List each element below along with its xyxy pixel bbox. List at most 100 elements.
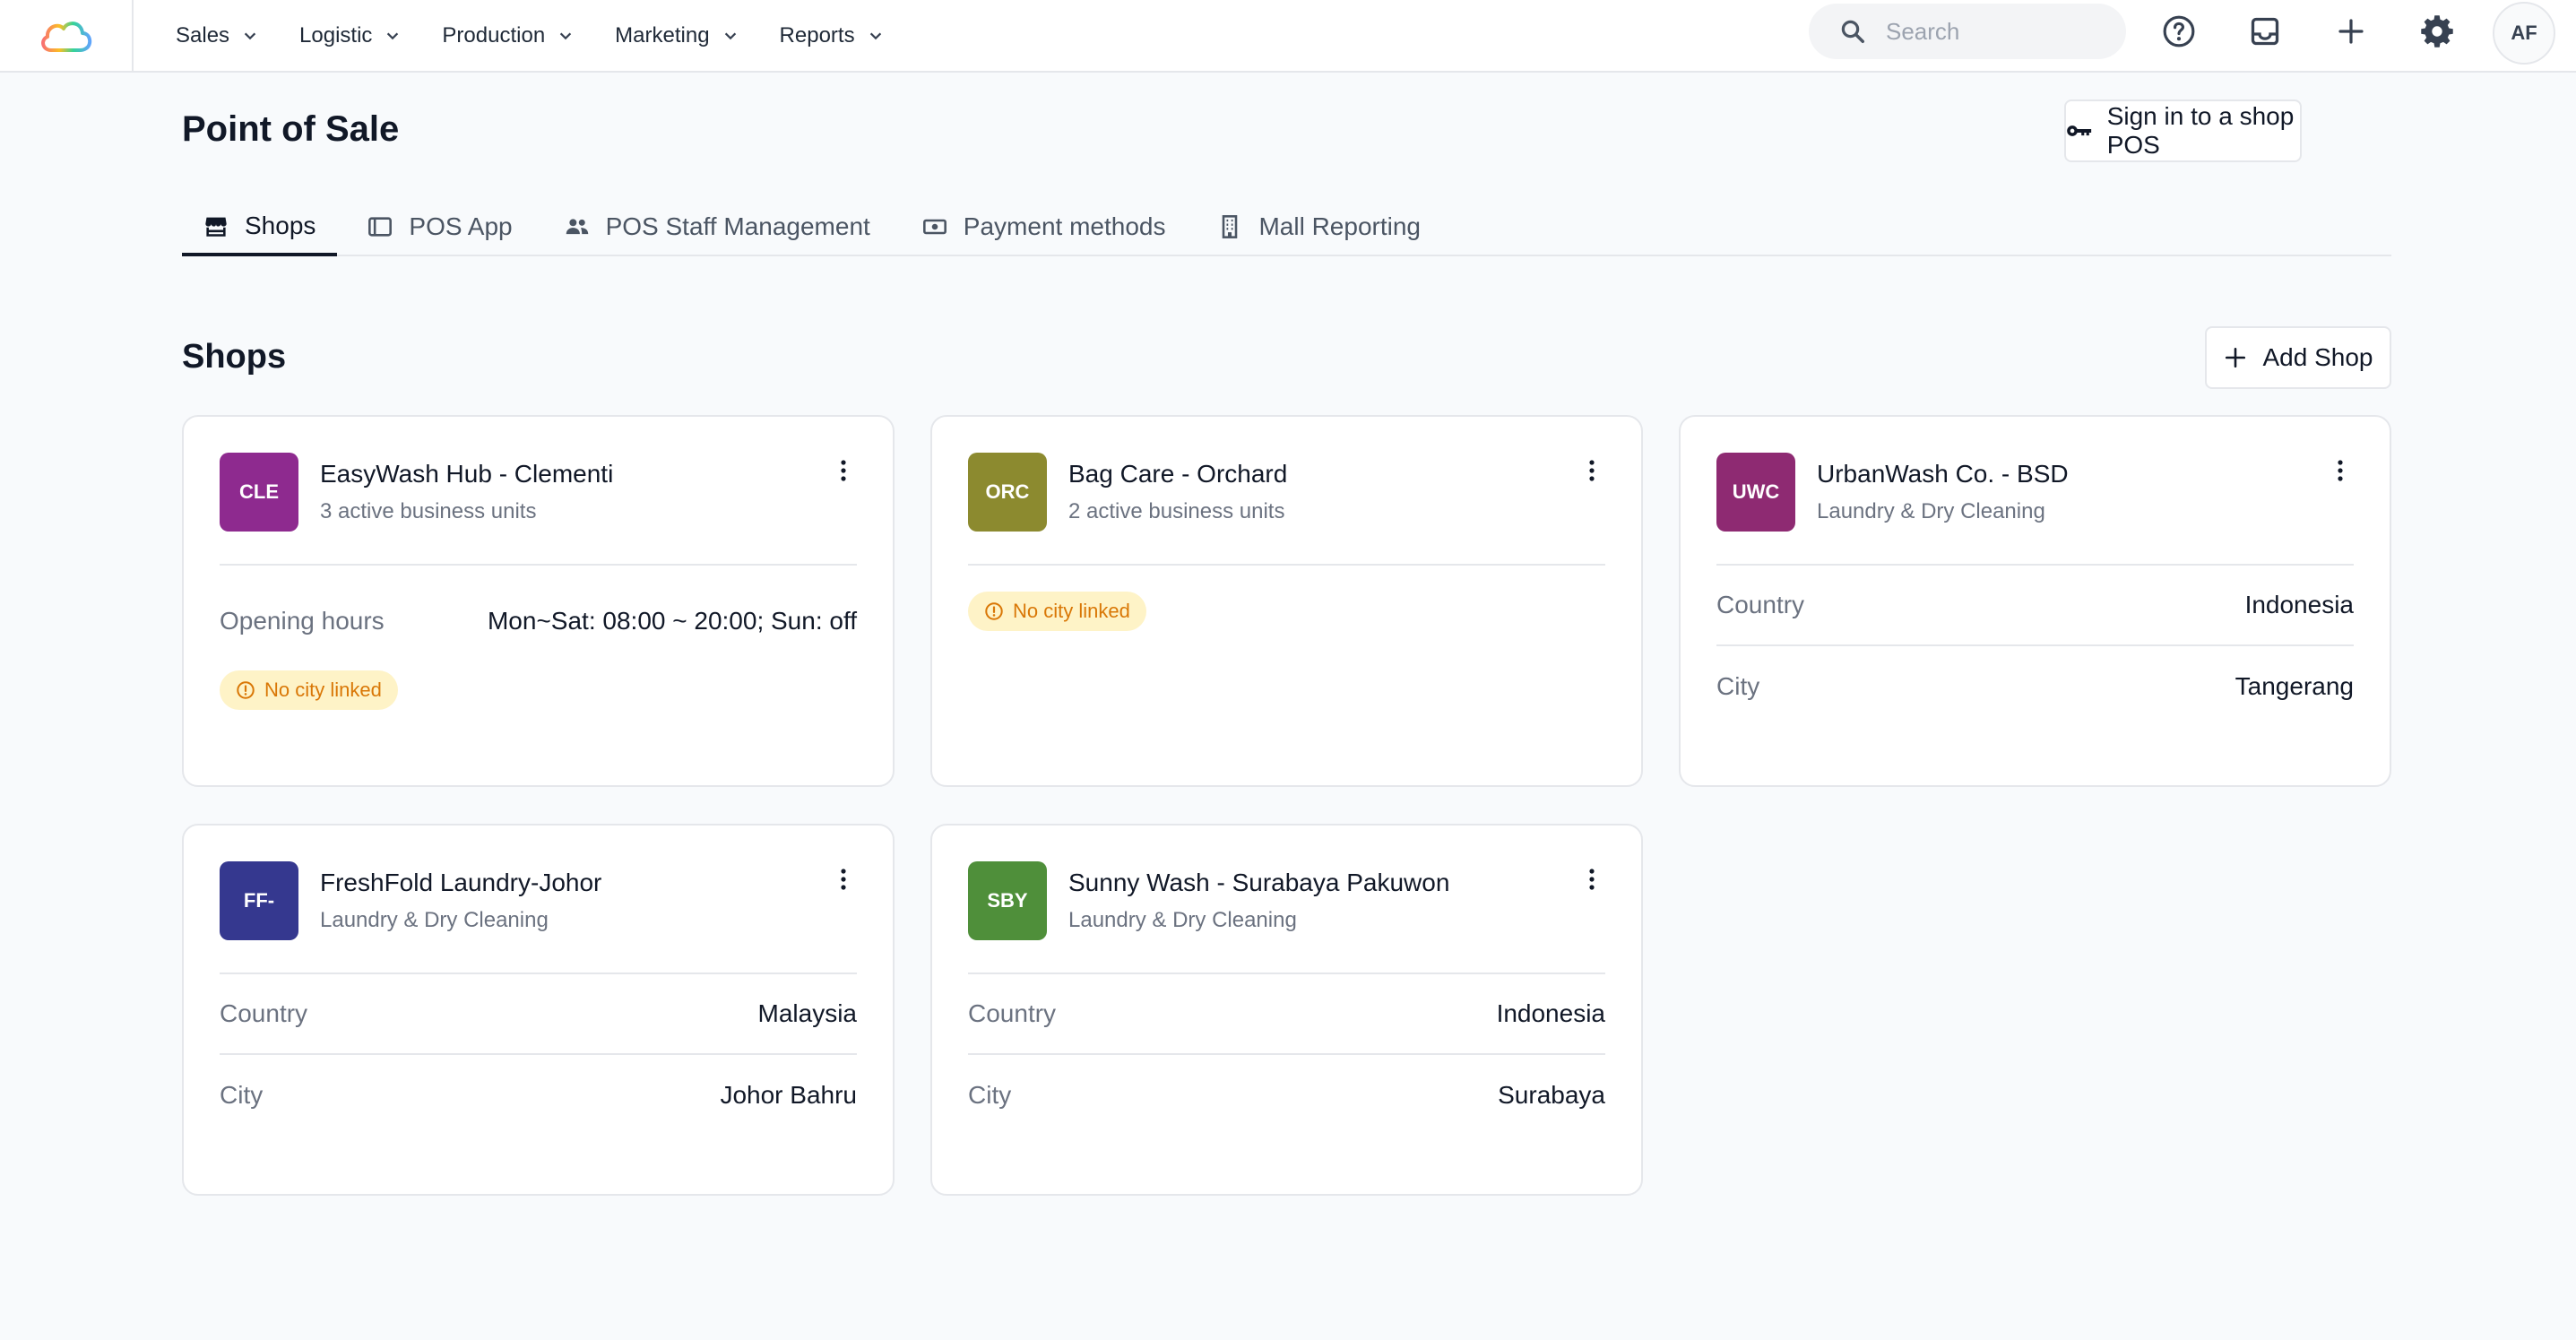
badge-text: No city linked [1013, 600, 1130, 622]
shop-subtitle: Laundry & Dry Cleaning [1817, 499, 2045, 523]
create-button[interactable] [2327, 7, 2375, 56]
shop-name: Bag Care - Orchard [1068, 460, 1288, 488]
shop-menu-button[interactable] [830, 861, 857, 897]
add-shop-label: Add Shop [2262, 343, 2373, 371]
shop-menu-button[interactable] [830, 453, 857, 488]
menu-reports[interactable]: Reports [780, 23, 884, 48]
shop-menu-button[interactable] [1578, 861, 1605, 897]
shop-initials: CLE [239, 480, 279, 503]
plus-icon [2225, 347, 2245, 368]
info-label: Country [1716, 591, 1805, 618]
badge-text: No city linked [264, 679, 382, 701]
chevron-down-icon [387, 32, 399, 39]
shop-subtitle: 3 active business units [320, 499, 537, 523]
tab-label: POS App [409, 212, 513, 240]
shop-info-row: Country Indonesia [968, 974, 1605, 1055]
info-label: City [968, 1081, 1012, 1109]
avatar-initials: AF [2511, 22, 2537, 44]
menu-label: Logistic [299, 22, 373, 48]
info-label: Opening hours [220, 607, 385, 635]
menu-marketing[interactable]: Marketing [615, 23, 738, 48]
tab-label: Shops [245, 212, 316, 239]
menu-sales[interactable]: Sales [176, 23, 258, 48]
shop-card[interactable]: ORC Bag Care - Orchard 2 active business… [930, 415, 1643, 787]
tab-shops[interactable]: Shops [182, 199, 338, 256]
shop-initials: SBY [987, 889, 1028, 912]
inbox-button[interactable] [2241, 7, 2289, 56]
shop-logo: FF- [220, 861, 298, 940]
shop-card[interactable]: UWC UrbanWash Co. - BSD Laundry & Dry Cl… [1679, 415, 2391, 787]
info-label: City [1716, 672, 1760, 700]
menu-production[interactable]: Production [442, 23, 574, 48]
top-navbar: Sales Logistic Production Marketing Repo… [0, 0, 2576, 73]
info-value: Mon~Sat: 08:00 ~ 20:00; Sun: off [487, 607, 857, 635]
info-value: Indonesia [2244, 591, 2354, 618]
inbox-icon [2251, 17, 2279, 46]
shop-card[interactable]: FF- FreshFold Laundry-Johor Laundry & Dr… [182, 824, 895, 1196]
shop-logo: UWC [1716, 453, 1795, 532]
app-logo[interactable] [0, 0, 134, 71]
shop-card-header: ORC Bag Care - Orchard 2 active business… [968, 453, 1605, 566]
tab-label: Mall Reporting [1258, 212, 1421, 240]
settings-button[interactable] [2413, 7, 2461, 56]
cloud-logo-icon [40, 21, 91, 52]
shop-name: Sunny Wash - Surabaya Pakuwon [1068, 869, 1450, 896]
info-value: Johor Bahru [720, 1081, 857, 1109]
shop-name: EasyWash Hub - Clementi [320, 460, 614, 488]
tablet-icon [368, 217, 393, 237]
shop-card-header: UWC UrbanWash Co. - BSD Laundry & Dry Cl… [1716, 453, 2354, 566]
info-value: Surabaya [1498, 1081, 1605, 1109]
kebab-menu-icon [1589, 460, 1595, 481]
page-title: Point of Sale [182, 109, 400, 149]
shop-initials: ORC [985, 480, 1030, 503]
tab-label: POS Staff Management [605, 212, 870, 240]
info-label: City [220, 1081, 264, 1109]
search-box[interactable] [1809, 4, 2126, 59]
shop-card-header: CLE EasyWash Hub - Clementi 3 active bus… [220, 453, 857, 566]
kebab-menu-icon [2338, 460, 2343, 481]
shop-card-header: FF- FreshFold Laundry-Johor Laundry & Dr… [220, 861, 857, 974]
building-icon [1223, 215, 1238, 238]
shop-card[interactable]: CLE EasyWash Hub - Clementi 3 active bus… [182, 415, 895, 787]
shop-info-row: Country Indonesia [1716, 566, 2354, 646]
tab-pos-staff-management[interactable]: POS Staff Management [543, 199, 892, 255]
menu-logistic[interactable]: Logistic [299, 23, 401, 48]
gear-icon [2421, 15, 2453, 48]
tab-payment-methods[interactable]: Payment methods [901, 199, 1188, 255]
help-button[interactable] [2155, 7, 2203, 56]
store-icon [205, 217, 227, 237]
tab-mall-reporting[interactable]: Mall Reporting [1196, 199, 1442, 255]
shop-card[interactable]: SBY Sunny Wash - Surabaya Pakuwon Laundr… [930, 824, 1643, 1196]
help-circle-icon [2163, 15, 2195, 48]
kebab-menu-icon [1589, 869, 1595, 890]
shop-card-header: SBY Sunny Wash - Surabaya Pakuwon Laundr… [968, 861, 1605, 974]
menu-label: Reports [779, 22, 855, 48]
shop-subtitle: 2 active business units [1068, 499, 1285, 523]
no-city-badge: No city linked [220, 670, 398, 710]
search-input[interactable] [1886, 17, 2101, 46]
shop-logo: ORC [968, 453, 1047, 532]
plus-icon [2338, 19, 2364, 44]
shop-menu-button[interactable] [1578, 453, 1605, 488]
sign-in-pos-button[interactable]: Sign in to a shop POS [2064, 99, 2302, 162]
alert-circle-icon [985, 602, 1003, 620]
menu-label: Marketing [615, 22, 710, 48]
search-icon [1841, 20, 1864, 43]
add-shop-button[interactable]: Add Shop [2205, 326, 2391, 389]
chevron-down-icon [244, 32, 256, 39]
kebab-menu-icon [841, 460, 846, 481]
menu-label: Production [442, 22, 546, 48]
tab-pos-app[interactable]: POS App [346, 199, 533, 255]
main-menu: Sales Logistic Production Marketing Repo… [176, 0, 925, 71]
shop-info-row: Opening hours Mon~Sat: 08:00 ~ 20:00; Su… [220, 581, 857, 661]
shop-menu-button[interactable] [2327, 453, 2354, 488]
info-value: Tangerang [2235, 672, 2354, 700]
people-icon [566, 219, 588, 235]
shop-initials: UWC [1732, 480, 1780, 503]
chevron-down-icon [724, 32, 736, 39]
info-value: Indonesia [1496, 999, 1605, 1027]
user-avatar[interactable]: AF [2493, 2, 2555, 65]
sign-in-pos-label: Sign in to a shop POS [2106, 102, 2295, 159]
key-icon [2067, 125, 2092, 136]
info-label: Country [968, 999, 1057, 1027]
